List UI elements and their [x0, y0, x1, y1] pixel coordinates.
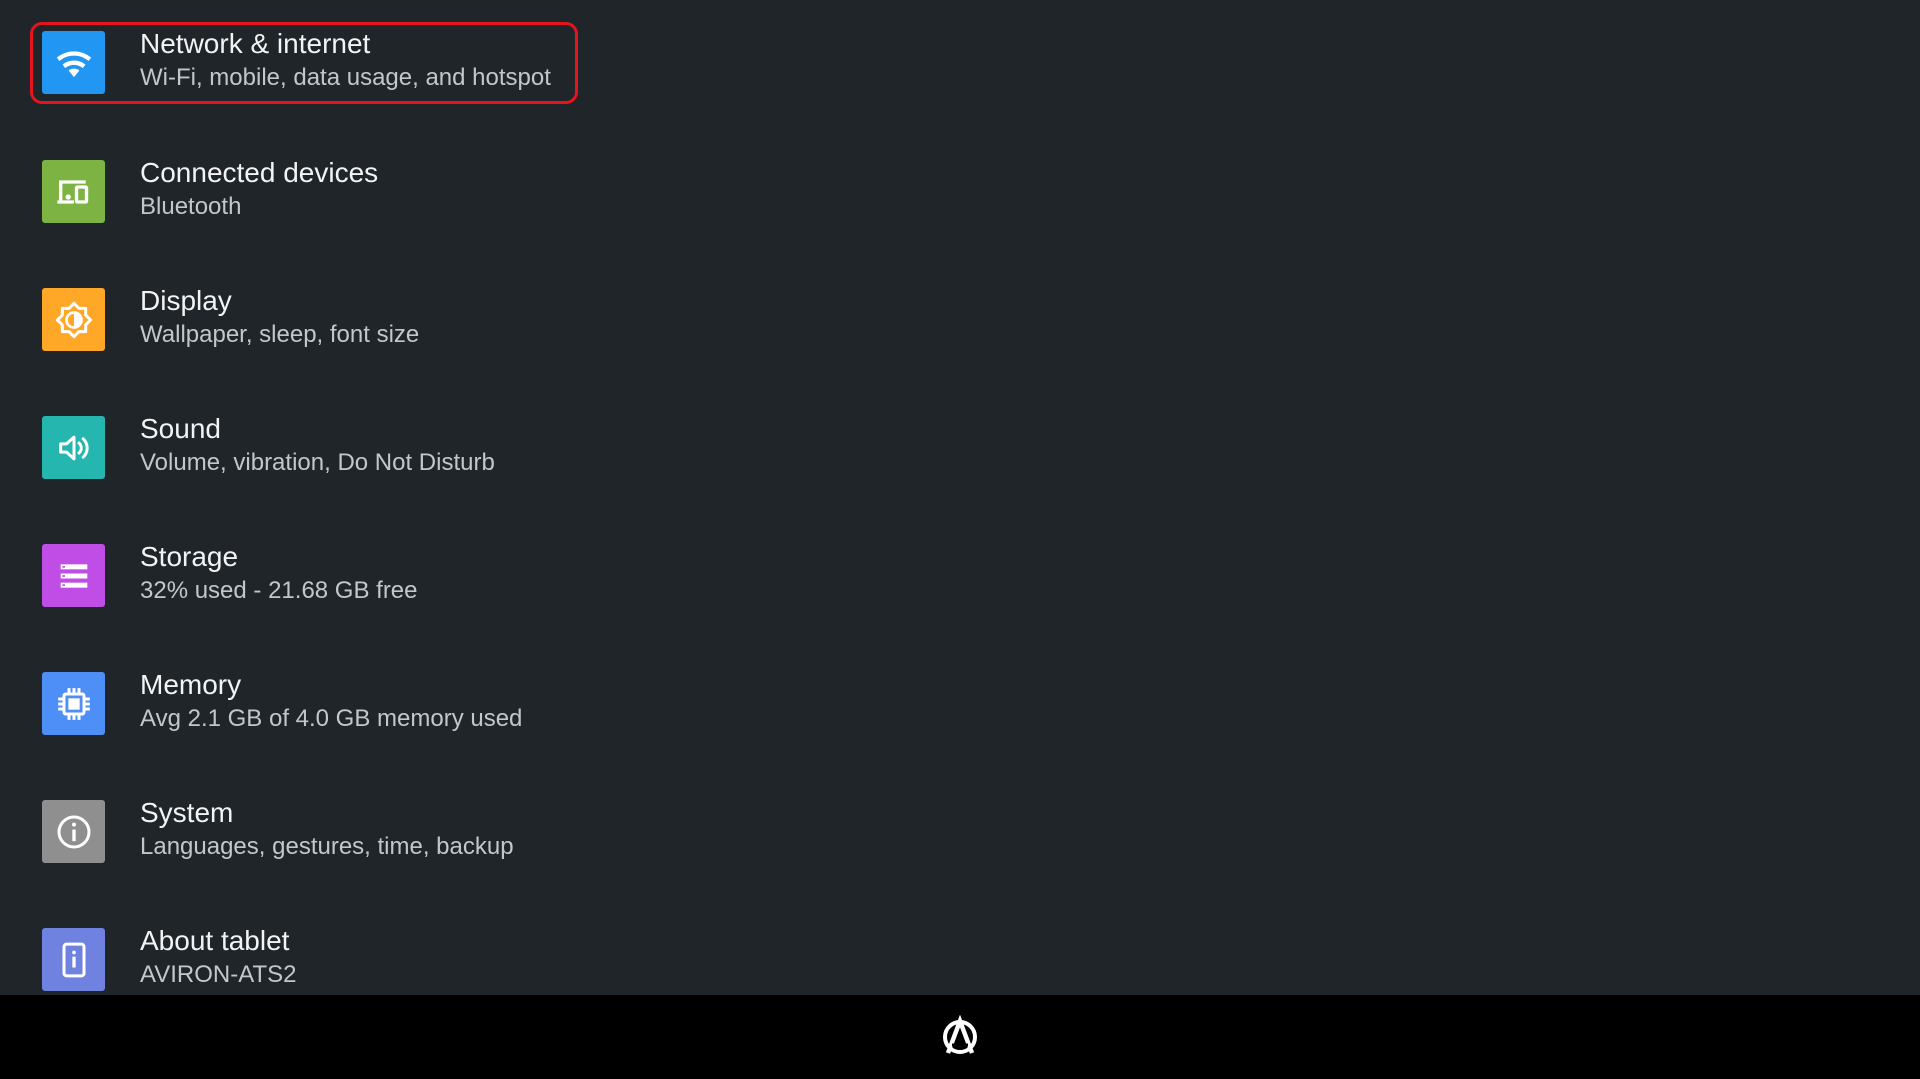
- settings-item-display[interactable]: Display Wallpaper, sleep, font size: [30, 279, 578, 361]
- settings-item-connected-devices[interactable]: Connected devices Bluetooth: [30, 151, 578, 233]
- volume-icon: [42, 416, 105, 479]
- memory-chip-icon: [42, 672, 105, 735]
- settings-item-summary: Volume, vibration, Do Not Disturb: [140, 449, 495, 476]
- settings-item-title: System: [140, 797, 234, 828]
- settings-item-title: Network & internet: [140, 28, 371, 59]
- settings-item-about-tablet[interactable]: About tablet AVIRON-ATS2: [30, 919, 578, 995]
- settings-item-storage[interactable]: Storage 32% used - 21.68 GB free: [30, 535, 578, 617]
- settings-item-title: Sound: [140, 413, 221, 444]
- settings-item-sound[interactable]: Sound Volume, vibration, Do Not Disturb: [30, 407, 578, 489]
- storage-icon: [42, 544, 105, 607]
- settings-item-title: Memory: [140, 669, 242, 700]
- settings-item-title: About tablet: [140, 925, 290, 956]
- settings-item-summary: AVIRON-ATS2: [140, 961, 297, 988]
- settings-item-summary: 32% used - 21.68 GB free: [140, 577, 418, 604]
- phone-info-icon: [42, 928, 105, 991]
- aviron-logo-icon[interactable]: [940, 1014, 980, 1057]
- settings-item-title: Storage: [140, 541, 239, 572]
- settings-list: Network & internet Wi-Fi, mobile, data u…: [0, 0, 1920, 995]
- settings-item-memory[interactable]: Memory Avg 2.1 GB of 4.0 GB memory used: [30, 663, 578, 745]
- settings-item-summary: Avg 2.1 GB of 4.0 GB memory used: [140, 705, 523, 732]
- settings-screen: Network & internet Wi-Fi, mobile, data u…: [0, 0, 1920, 1079]
- settings-item-title: Connected devices: [140, 157, 379, 188]
- settings-item-network[interactable]: Network & internet Wi-Fi, mobile, data u…: [30, 22, 578, 104]
- devices-icon: [42, 160, 105, 223]
- settings-item-summary: Wi-Fi, mobile, data usage, and hotspot: [140, 64, 551, 91]
- settings-item-summary: Languages, gestures, time, backup: [140, 833, 514, 860]
- info-icon: [42, 800, 105, 863]
- wifi-icon: [42, 31, 105, 94]
- settings-item-title: Display: [140, 285, 232, 316]
- navigation-bar: [0, 995, 1920, 1079]
- settings-item-summary: Bluetooth: [140, 193, 242, 220]
- settings-item-summary: Wallpaper, sleep, font size: [140, 321, 420, 348]
- brightness-icon: [42, 288, 105, 351]
- settings-item-system[interactable]: System Languages, gestures, time, backup: [30, 791, 578, 873]
